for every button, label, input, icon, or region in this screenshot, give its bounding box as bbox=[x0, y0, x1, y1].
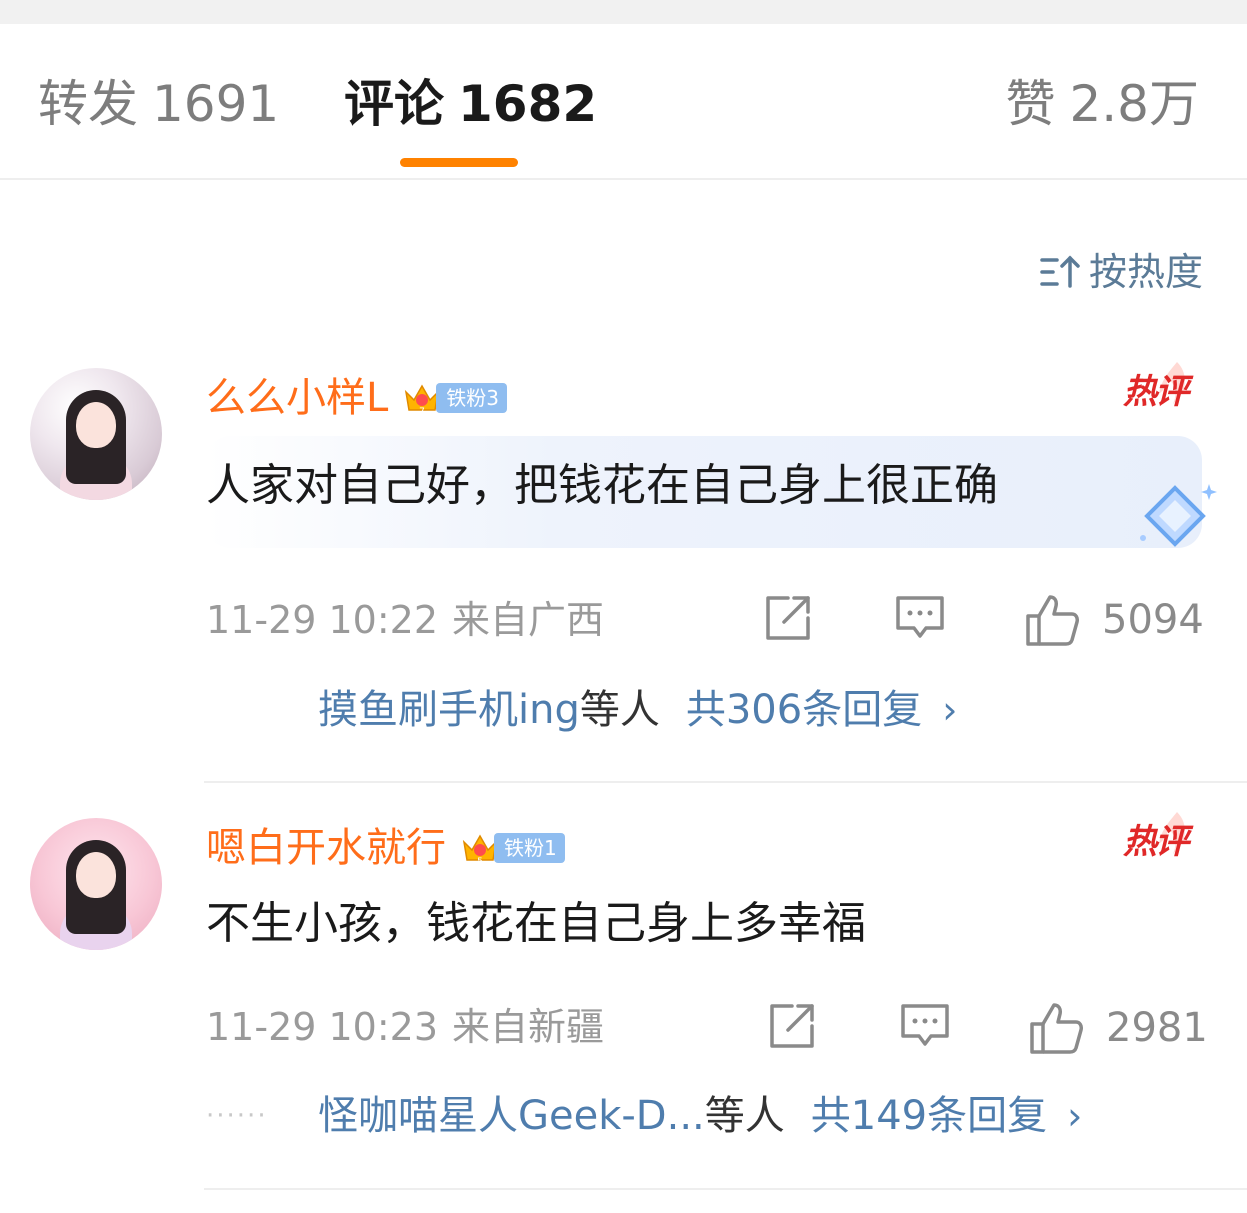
like-count: 5094 bbox=[1102, 597, 1204, 643]
active-tab-indicator bbox=[400, 158, 518, 167]
avatar-figure-face bbox=[76, 852, 116, 898]
tab-repost[interactable]: 转发 1691 bbox=[38, 74, 279, 134]
comment-text: 不生小孩，钱花在自己身上多幸福 bbox=[206, 898, 866, 949]
hot-comment-badge: 热评 bbox=[1097, 360, 1193, 420]
reply-users-suffix: 等人 bbox=[579, 687, 660, 733]
share-icon bbox=[766, 596, 810, 640]
tab-repost-count: 1691 bbox=[152, 75, 280, 133]
fan-badge[interactable]: 7 铁粉3 bbox=[402, 381, 508, 416]
svg-text:5: 5 bbox=[477, 857, 483, 866]
tab-like-label: 赞 bbox=[1005, 75, 1056, 133]
divider bbox=[204, 1188, 1247, 1190]
chevron-right-icon: › bbox=[942, 688, 958, 732]
comment-time: 11-29 10:22 bbox=[206, 598, 439, 642]
divider bbox=[204, 781, 1247, 783]
tab-like-count: 2.8万 bbox=[1069, 75, 1199, 133]
like-count: 2981 bbox=[1106, 1005, 1208, 1051]
tab-repost-label: 转发 bbox=[38, 75, 138, 133]
tab-like[interactable]: 赞 2.8万 bbox=[1005, 74, 1199, 134]
share-button[interactable] bbox=[766, 1000, 818, 1056]
share-icon bbox=[770, 1004, 814, 1048]
comment-text: 人家对自己好，把钱花在自己身上很正确 bbox=[206, 460, 998, 511]
hot-comment-label: 热评 bbox=[1123, 822, 1189, 862]
comment-location: 来自新疆 bbox=[452, 1005, 605, 1049]
svg-text:7: 7 bbox=[419, 407, 425, 416]
thumbs-up-icon bbox=[1030, 1003, 1083, 1054]
hot-comment-label: 热评 bbox=[1123, 372, 1189, 412]
fan-badge-label: 铁粉3 bbox=[436, 383, 508, 413]
tab-bar: 转发 1691 评论 1682 赞 2.8万 bbox=[0, 24, 1247, 180]
reply-users-suffix: 等人 bbox=[704, 1093, 785, 1139]
comment-icon bbox=[896, 596, 944, 638]
like-button[interactable]: 2981 bbox=[1028, 1000, 1208, 1056]
avatar[interactable] bbox=[30, 368, 162, 500]
reply-summary[interactable]: ······ 怪咖喵星人Geek-D... 等人 共149条回复 › bbox=[206, 1088, 1082, 1144]
diamond-icon bbox=[1140, 484, 1217, 547]
sort-label: 按热度 bbox=[1088, 250, 1203, 294]
reply-users: 怪咖喵星人Geek-D... bbox=[318, 1093, 705, 1139]
comment-item: 么么小样L 7 铁粉3 热评 人家对自己好，把钱花在自己身上很正确 11-29 … bbox=[0, 360, 1247, 782]
comment-item: 嗯白开水就行 5 铁粉1 热评 不生小孩，钱花在自己身上多幸福 11-29 10… bbox=[0, 810, 1247, 1190]
reply-users: 摸鱼刷手机ing bbox=[318, 687, 580, 733]
avatar-figure-face bbox=[76, 402, 116, 448]
comment-meta: 11-29 10:22 来自广西 bbox=[206, 595, 604, 645]
username[interactable]: 么么小样L bbox=[206, 370, 388, 426]
fan-badge[interactable]: 5 铁粉1 bbox=[460, 831, 565, 866]
share-button[interactable] bbox=[762, 592, 814, 648]
top-strip bbox=[0, 0, 1247, 24]
reply-button[interactable] bbox=[893, 592, 947, 648]
sort-icon bbox=[1040, 255, 1080, 288]
reply-count: 共306条回复 bbox=[685, 687, 923, 733]
username[interactable]: 嗯白开水就行 bbox=[206, 820, 446, 876]
hot-comment-badge: 热评 bbox=[1097, 810, 1193, 870]
reply-button[interactable] bbox=[898, 1000, 952, 1056]
like-button[interactable]: 5094 bbox=[1024, 592, 1204, 648]
user-row: 么么小样L 7 铁粉3 bbox=[206, 370, 508, 426]
reply-count: 共149条回复 bbox=[810, 1093, 1048, 1139]
thumbs-up-icon bbox=[1026, 595, 1079, 646]
user-row: 嗯白开水就行 5 铁粉1 bbox=[206, 820, 565, 876]
fan-badge-label: 铁粉1 bbox=[494, 833, 565, 863]
comment-icon bbox=[901, 1004, 949, 1046]
sort-by-hot-button[interactable]: 按热度 bbox=[1039, 248, 1203, 296]
reply-dots: ······ bbox=[206, 1101, 268, 1131]
comment-meta: 11-29 10:23 来自新疆 bbox=[206, 1002, 604, 1052]
reply-summary[interactable]: 摸鱼刷手机ing 等人 共306条回复 › bbox=[206, 682, 957, 738]
chevron-right-icon: › bbox=[1067, 1094, 1083, 1138]
comment-location: 来自广西 bbox=[452, 598, 605, 642]
avatar[interactable] bbox=[30, 818, 162, 950]
comment-time: 11-29 10:23 bbox=[206, 1005, 439, 1049]
tab-comment-label: 评论 bbox=[344, 75, 444, 133]
tab-comment-count: 1682 bbox=[458, 75, 598, 133]
